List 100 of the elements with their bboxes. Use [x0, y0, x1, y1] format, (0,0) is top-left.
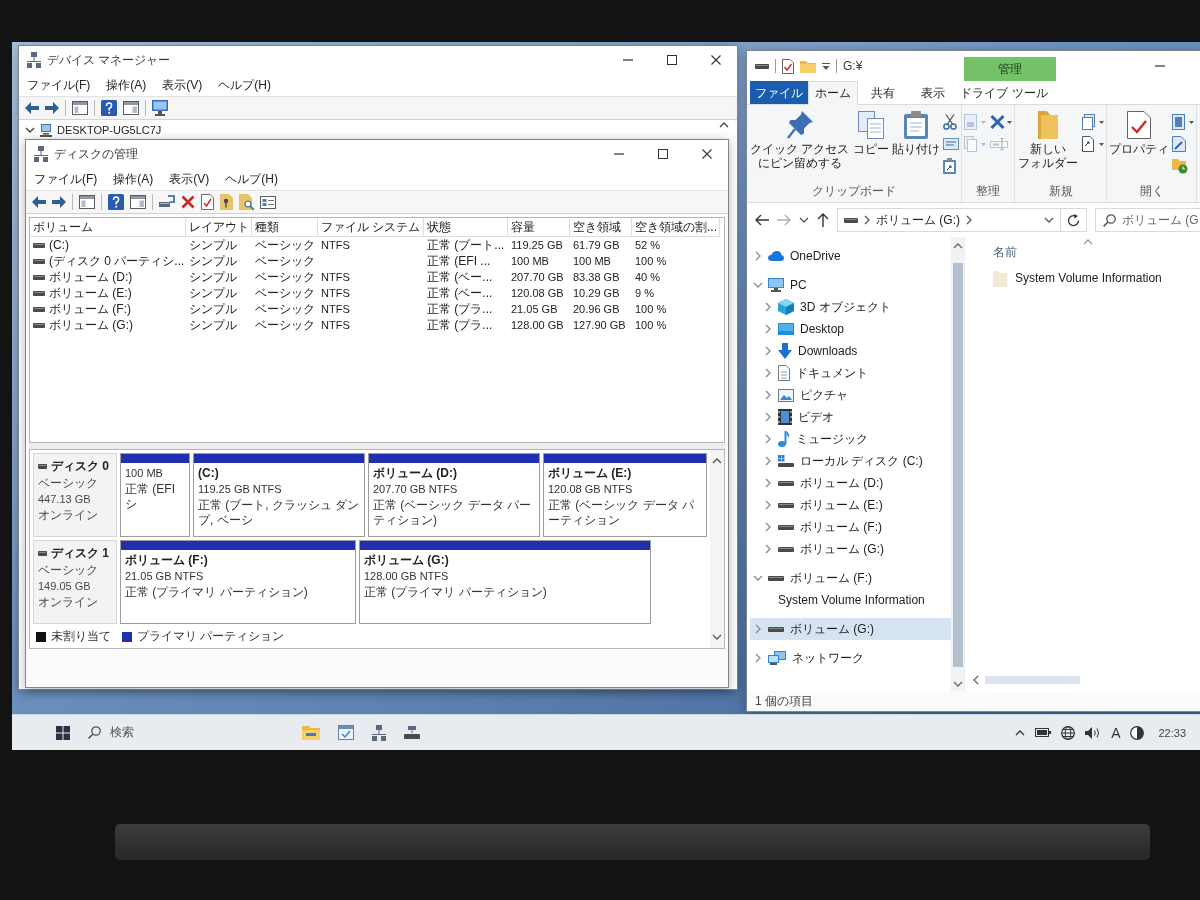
delete-icon[interactable] — [990, 114, 1012, 130]
maximize-icon[interactable] — [658, 149, 668, 159]
delete-icon[interactable] — [181, 195, 195, 209]
chevron-up-icon[interactable] — [712, 458, 722, 464]
ribbon-button[interactable]: コピー — [853, 109, 889, 158]
chevron-right-icon[interactable] — [765, 456, 771, 466]
battery-icon[interactable] — [1035, 728, 1052, 737]
search-document-icon[interactable] — [239, 194, 254, 210]
action-pane-icon[interactable] — [123, 100, 139, 116]
menu-item[interactable]: 表示(V) — [162, 76, 203, 94]
document-pencil-icon[interactable] — [1172, 136, 1186, 152]
chevron-right-icon[interactable] — [755, 251, 761, 261]
chevron-down-icon[interactable] — [799, 217, 809, 223]
nav-item[interactable]: ローカル ディスク (C:) — [750, 450, 951, 472]
checkmark-document-icon[interactable] — [782, 58, 794, 74]
menu-item[interactable]: ヘルプ(H) — [225, 170, 278, 188]
back-arrow-icon[interactable] — [32, 196, 46, 208]
chevron-right-icon[interactable] — [765, 368, 771, 378]
scissors-icon[interactable] — [943, 114, 957, 130]
input-mode-indicator[interactable]: A — [1111, 724, 1121, 741]
chevron-left-icon[interactable] — [973, 675, 979, 685]
chevron-right-icon[interactable] — [966, 215, 972, 225]
chevron-right-icon[interactable] — [864, 215, 870, 225]
half-moon-icon[interactable] — [1130, 725, 1145, 740]
column-header[interactable]: 空き領域の割... — [632, 218, 720, 237]
new-document-icon[interactable] — [1082, 114, 1104, 130]
chevron-right-icon[interactable] — [755, 653, 761, 663]
chevron-down-icon[interactable] — [712, 634, 722, 640]
up-arrow-icon[interactable] — [817, 213, 829, 227]
ribbon-button[interactable]: クイック アクセスにピン留めする — [749, 109, 850, 172]
path-copy-icon[interactable] — [943, 138, 959, 150]
chevron-right-icon[interactable] — [765, 478, 771, 488]
close-icon[interactable] — [711, 55, 721, 65]
menu-item[interactable]: 表示(V) — [169, 170, 210, 188]
nav-item[interactable]: ボリューム (D:) — [750, 472, 951, 494]
dropdown-caret-icon[interactable] — [822, 62, 830, 70]
partition-block[interactable]: ボリューム (G:) 128.00 GB NTFS 正常 (プライマリ パーティション) — [359, 540, 651, 624]
partition-block[interactable]: ボリューム (D:) 207.70 GB NTFS 正常 (ベーシック データ パーティション) — [368, 453, 540, 537]
monitor-icon[interactable] — [152, 100, 168, 116]
column-header[interactable]: レイアウト — [186, 218, 252, 237]
chevron-right-icon[interactable] — [765, 324, 771, 334]
menu-item[interactable]: 操作(A) — [113, 170, 154, 188]
nav-item[interactable]: ネットワーク — [750, 647, 951, 669]
window-list-icon[interactable] — [260, 195, 276, 209]
disk-icon[interactable] — [404, 726, 420, 739]
checklist-icon[interactable] — [201, 194, 214, 210]
back-arrow-icon[interactable] — [25, 102, 39, 114]
document-arrow-icon[interactable] — [1082, 136, 1104, 152]
ribbon-button[interactable]: プロパティ — [1109, 109, 1169, 158]
document-open-icon[interactable] — [1172, 114, 1194, 130]
column-header[interactable]: 名前 — [973, 239, 1083, 265]
ribbon-tab[interactable]: ファイル — [750, 81, 808, 104]
window-icon[interactable] — [338, 725, 354, 740]
chevron-right-icon[interactable] — [765, 412, 771, 422]
chevron-right-icon[interactable] — [765, 500, 771, 510]
nav-item[interactable]: ボリューム (G:) — [750, 538, 951, 560]
column-header[interactable]: ボリューム — [30, 218, 186, 237]
partition-block[interactable]: ボリューム (E:) 120.08 GB NTFS 正常 (ベーシック データ パーティション — [543, 453, 707, 537]
scrollbar-thumb[interactable] — [985, 676, 1080, 684]
partition-block[interactable]: (C:) 119.25 GB NTFS 正常 (ブート, クラッシュ ダンプ, ベーシ — [193, 453, 365, 537]
partition-block[interactable]: ボリューム (F:) 21.05 GB NTFS 正常 (プライマリ パーティション) — [120, 540, 356, 624]
windows-logo-icon[interactable] — [56, 725, 70, 740]
vertical-scrollbar[interactable] — [951, 237, 964, 691]
chevron-down-icon[interactable] — [1044, 217, 1054, 223]
nav-item[interactable]: PC — [750, 274, 951, 296]
drive-plug-icon[interactable] — [159, 194, 175, 210]
nav-item[interactable]: OneDrive — [750, 245, 951, 267]
clock[interactable]: 22:33 — [1158, 726, 1186, 739]
menu-item[interactable]: 操作(A) — [106, 76, 147, 94]
scrollbar-thumb[interactable] — [952, 263, 963, 667]
column-header[interactable]: 状態 — [424, 218, 508, 237]
chevron-right-icon[interactable] — [765, 346, 771, 356]
tree-item[interactable]: DESKTOP-UG5LC7J — [25, 122, 162, 138]
nav-item[interactable]: Desktop — [750, 318, 951, 340]
ribbon-button[interactable]: 貼り付け — [892, 109, 940, 158]
vertical-scrollbar[interactable] — [710, 450, 724, 648]
partition-block[interactable]: 100 MB 正常 (EFI シ — [120, 453, 190, 537]
chevron-right-icon[interactable] — [765, 544, 771, 554]
menu-item[interactable]: ファイル(F) — [34, 170, 98, 188]
nav-item[interactable]: 3D オブジェクト — [750, 296, 951, 318]
folder-icon[interactable] — [302, 725, 320, 740]
nav-item[interactable]: Downloads — [750, 340, 951, 362]
refresh-icon[interactable] — [1067, 213, 1080, 227]
chevron-up-icon[interactable] — [952, 243, 963, 249]
globe-icon[interactable] — [1061, 725, 1076, 740]
chevron-right-icon[interactable] — [765, 390, 771, 400]
column-header[interactable]: 空き領域 — [570, 218, 632, 237]
chevron-right-icon[interactable] — [765, 522, 771, 532]
key-document-icon[interactable] — [220, 194, 233, 210]
chevron-right-icon[interactable] — [765, 434, 771, 444]
folder-clock-icon[interactable] — [1172, 158, 1188, 174]
forward-arrow-icon[interactable] — [52, 196, 66, 208]
chevron-up-icon[interactable] — [719, 122, 729, 128]
back-arrow-icon[interactable] — [755, 214, 769, 226]
taskbar-search[interactable]: 検索 — [88, 724, 134, 741]
chevron-up-icon[interactable] — [1015, 729, 1026, 736]
help-icon[interactable] — [108, 194, 124, 210]
nav-item[interactable]: ボリューム (E:) — [750, 494, 951, 516]
column-header[interactable]: 種類 — [252, 218, 318, 237]
nav-item[interactable]: ボリューム (F:) — [750, 567, 951, 589]
